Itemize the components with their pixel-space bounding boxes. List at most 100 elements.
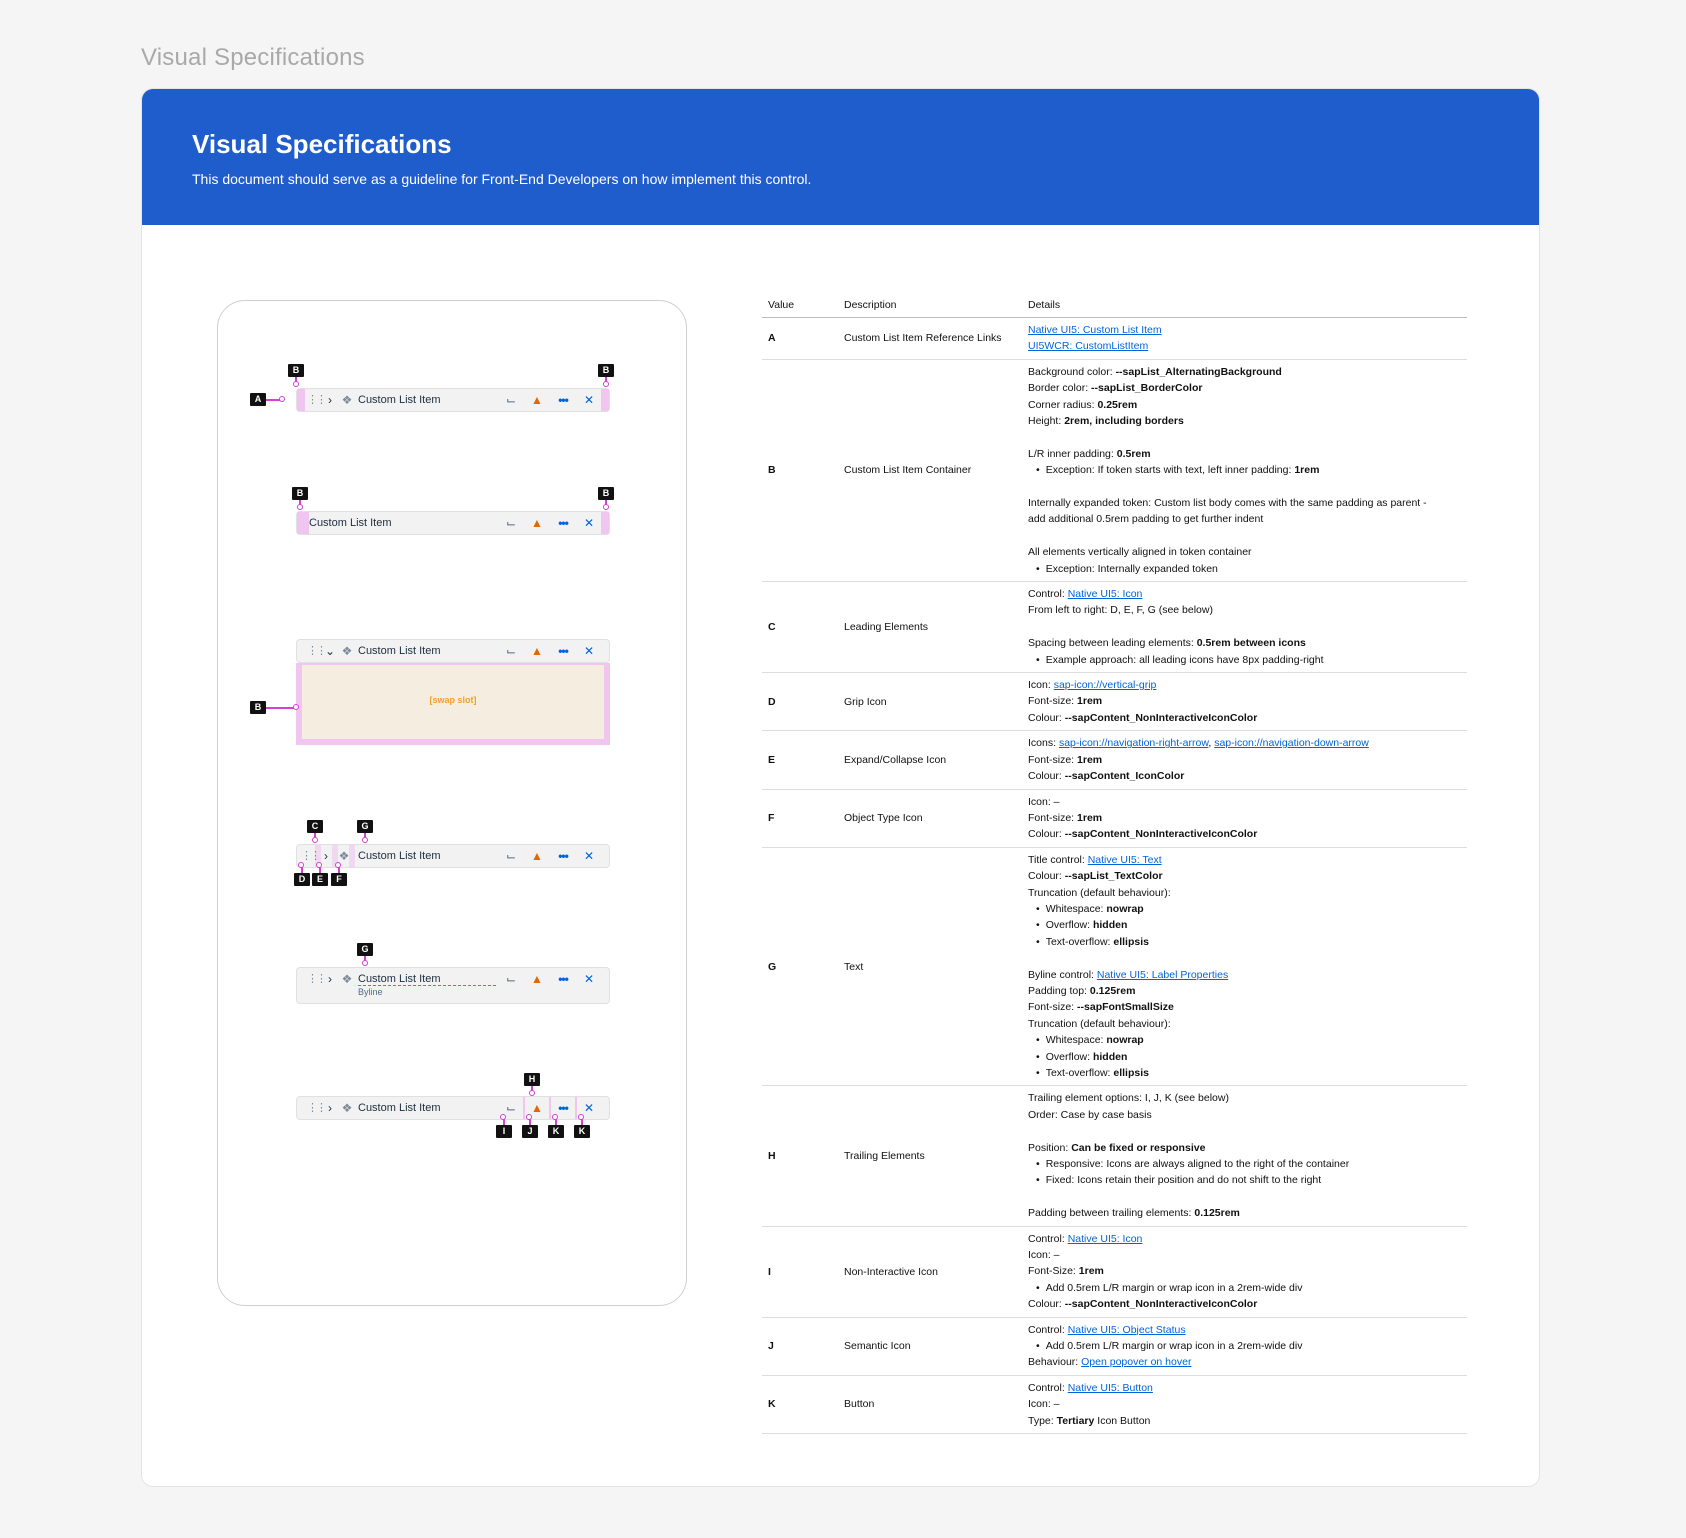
chevron-right-icon[interactable]: › xyxy=(319,849,333,863)
annotation-dot xyxy=(279,396,285,402)
row-description: Custom List Item Container xyxy=(844,464,972,477)
row-details: Control: Native UI5: Button Icon: – Type… xyxy=(1028,1376,1467,1433)
grip-icon[interactable]: ⋮⋮ xyxy=(301,849,321,863)
close-icon[interactable]: ✕ xyxy=(582,644,596,658)
tag-b: B xyxy=(250,701,266,714)
object-type-icon: ❖ xyxy=(341,1101,353,1115)
row-details: Control: Native UI5: Icon Icon: – Font-S… xyxy=(1028,1227,1467,1317)
warning-icon[interactable]: ▲ xyxy=(530,644,544,658)
row-value: B xyxy=(768,464,776,477)
tag-j: J xyxy=(522,1125,538,1138)
annotation-dot xyxy=(293,704,299,710)
item-byline: Byline xyxy=(358,987,383,997)
detail-label: Control: xyxy=(1028,1381,1068,1394)
annotation-dashed-line xyxy=(358,985,496,986)
detail-label: Border color: xyxy=(1028,382,1092,395)
chevron-down-icon[interactable]: ⌄ xyxy=(323,644,337,658)
header-details: Details xyxy=(1028,299,1061,311)
close-icon[interactable]: ✕ xyxy=(582,393,596,407)
overflow-icon[interactable]: ••• xyxy=(556,972,570,986)
grip-icon[interactable]: ⋮⋮ xyxy=(307,393,327,407)
object-type-icon: ❖ xyxy=(341,644,353,658)
link-ui5wcr-customlistitem[interactable]: UI5WCR: CustomListItem xyxy=(1028,340,1148,352)
link-navigation-right-arrow[interactable]: sap-icon://navigation-right-arrow xyxy=(1059,737,1208,749)
link-open-popover[interactable]: Open popover on hover xyxy=(1081,1356,1191,1368)
tag-b: B xyxy=(288,364,304,377)
link-native-custom-list-item[interactable]: Native UI5: Custom List Item xyxy=(1028,324,1162,336)
overflow-icon[interactable]: ••• xyxy=(556,1101,570,1115)
overflow-icon[interactable]: ••• xyxy=(556,393,570,407)
close-icon[interactable]: ✕ xyxy=(582,1101,596,1115)
link-native-button[interactable]: Native UI5: Button xyxy=(1068,1382,1153,1394)
detail-value: Tertiary xyxy=(1056,1414,1095,1427)
banner-subtitle: This document should serve as a guidelin… xyxy=(192,171,812,187)
tag-b: B xyxy=(598,364,614,377)
detail-label: Background color: xyxy=(1028,365,1116,378)
close-icon[interactable]: ✕ xyxy=(582,849,596,863)
link-native-text[interactable]: Native UI5: Text xyxy=(1088,854,1162,866)
link-native-icon[interactable]: Native UI5: Icon xyxy=(1068,588,1143,600)
item-label: Custom List Item xyxy=(358,645,441,657)
row-details: Native UI5: Custom List Item UI5WCR: Cus… xyxy=(1028,318,1467,359)
warning-icon[interactable]: ▲ xyxy=(530,972,544,986)
detail-value: nowrap xyxy=(1106,902,1144,915)
detail-value: hidden xyxy=(1092,919,1128,932)
custom-list-item-expanded[interactable]: ⋮⋮ ⌄ ❖ Custom List Item ⌙ ▲ ••• ✕ xyxy=(296,639,610,663)
grip-icon[interactable]: ⋮⋮ xyxy=(307,644,327,658)
custom-list-item[interactable]: ⋮⋮ › ❖ Custom List Item ⌙ ▲ ••• ✕ xyxy=(296,1096,610,1120)
hierarchy-icon: ⌙ xyxy=(505,516,517,530)
spec-card: Visual Specifications This document shou… xyxy=(141,88,1540,1487)
detail-label: Control: xyxy=(1028,1232,1068,1245)
chevron-right-icon[interactable]: › xyxy=(323,972,337,986)
grip-icon[interactable]: ⋮⋮ xyxy=(307,1101,327,1115)
link-native-object-status[interactable]: Native UI5: Object Status xyxy=(1068,1324,1186,1336)
detail-text: All elements vertically aligned in token… xyxy=(1028,546,1252,559)
custom-list-item[interactable]: ⋮⋮ › ❖ Custom List Item ⌙ ▲ ••• ✕ xyxy=(296,844,610,868)
detail-label: Colour: xyxy=(1028,828,1065,841)
overflow-icon[interactable]: ••• xyxy=(556,516,570,530)
overflow-icon[interactable]: ••• xyxy=(556,849,570,863)
table-header: Value Description Details xyxy=(762,299,1467,318)
custom-list-item[interactable]: Custom List Item ⌙ ▲ ••• ✕ xyxy=(296,511,610,535)
row-value: F xyxy=(768,812,775,825)
row-details: Control: Native UI5: Icon From left to r… xyxy=(1028,582,1467,672)
link-label-properties[interactable]: Native UI5: Label Properties xyxy=(1097,969,1228,981)
warning-icon[interactable]: ▲ xyxy=(530,516,544,530)
chevron-right-icon[interactable]: › xyxy=(323,393,337,407)
custom-list-item-byline[interactable]: ⋮⋮ › ❖ Custom List Item Byline ⌙ ▲ ••• ✕ xyxy=(296,967,610,1004)
hierarchy-icon: ⌙ xyxy=(505,849,517,863)
table-row: I Non-Interactive Icon Control: Native U… xyxy=(762,1227,1467,1318)
row-description: Semantic Icon xyxy=(844,1340,911,1353)
custom-list-item[interactable]: ⋮⋮ › ❖ Custom List Item ⌙ ▲ ••• ✕ xyxy=(296,388,610,412)
detail-text: Icon: – xyxy=(1028,795,1060,808)
close-icon[interactable]: ✕ xyxy=(582,972,596,986)
overflow-icon[interactable]: ••• xyxy=(556,644,570,658)
detail-label: Control: xyxy=(1028,1323,1068,1336)
detail-value: nowrap xyxy=(1106,1034,1144,1047)
detail-label: Whitespace: xyxy=(1045,1034,1107,1047)
warning-icon[interactable]: ▲ xyxy=(530,1101,544,1115)
warning-icon[interactable]: ▲ xyxy=(530,849,544,863)
detail-value: ellipsis xyxy=(1113,1066,1149,1079)
grip-icon[interactable]: ⋮⋮ xyxy=(307,972,327,986)
link-navigation-down-arrow[interactable]: sap-icon://navigation-down-arrow xyxy=(1214,737,1369,749)
detail-text: Example approach: all leading icons have… xyxy=(1045,653,1324,666)
link-vertical-grip[interactable]: sap-icon://vertical-grip xyxy=(1054,679,1157,691)
row-details: Icon: – Font-size: 1rem Colour: --sapCon… xyxy=(1028,790,1467,847)
item-label: Custom List Item xyxy=(358,394,441,406)
table-row: A Custom List Item Reference Links Nativ… xyxy=(762,318,1467,360)
table-row: G Text Title control: Native UI5: Text C… xyxy=(762,848,1467,1087)
link-native-icon[interactable]: Native UI5: Icon xyxy=(1068,1233,1143,1245)
hierarchy-icon: ⌙ xyxy=(505,644,517,658)
warning-icon[interactable]: ▲ xyxy=(530,393,544,407)
row-description: Trailing Elements xyxy=(844,1150,925,1162)
detail-text: Add 0.5rem L/R margin or wrap icon in a … xyxy=(1045,1340,1303,1353)
padding-highlight xyxy=(297,512,309,534)
close-icon[interactable]: ✕ xyxy=(582,516,596,530)
detail-value: Can be fixed or responsive xyxy=(1071,1141,1206,1154)
detail-label: Colour: xyxy=(1028,711,1065,724)
annotation-line xyxy=(266,707,294,709)
row-value: D xyxy=(768,695,776,708)
detail-text: Internally expanded token: Custom list b… xyxy=(1028,497,1427,510)
chevron-right-icon[interactable]: › xyxy=(323,1101,337,1115)
